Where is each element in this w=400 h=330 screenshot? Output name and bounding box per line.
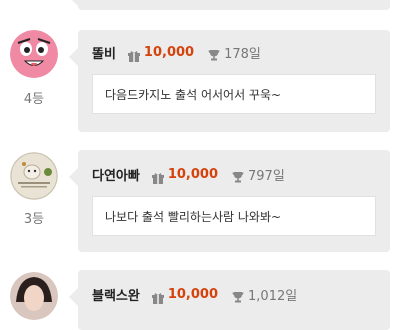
entry-card: 블랙스완 10,000 1,012일: [69, 270, 390, 330]
avatar: [10, 152, 58, 200]
gift-icon: [151, 169, 164, 184]
attendance-message: 다음드카지노 출석 어서어서 꾸욱~: [92, 74, 376, 114]
avatar: [10, 272, 58, 320]
entry-card: 똘비 10,000 178일 다음드카지노 출석 어서어서 꾸욱~: [69, 30, 390, 132]
trophy-icon: [232, 288, 244, 303]
user-name[interactable]: 블랙스완: [92, 285, 140, 304]
days-count: 1,012일: [248, 288, 298, 304]
attendance-message: 나보다 출석 빨리하는사람 나와봐~: [92, 196, 376, 236]
trophy-icon: [232, 168, 244, 183]
points-value: 10,000: [167, 286, 219, 302]
days-count: 797일: [248, 168, 285, 184]
user-name[interactable]: 똘비: [92, 43, 116, 62]
previous-entry-card: [69, 0, 390, 10]
entry-card: 다연아빠 10,000 797일 나보다 출석 빨리하는사람 나와봐~: [69, 150, 390, 252]
user-name[interactable]: 다연아빠: [92, 165, 140, 184]
rank-label: 4등: [23, 92, 45, 107]
days-count: 178일: [224, 46, 261, 62]
avatar: [10, 30, 58, 78]
gift-icon: [151, 289, 164, 304]
points-value: 10,000: [143, 44, 195, 60]
points-value: 10,000: [167, 166, 219, 182]
rank-label: 3등: [23, 212, 45, 227]
trophy-icon: [208, 46, 220, 61]
gift-icon: [127, 47, 140, 62]
